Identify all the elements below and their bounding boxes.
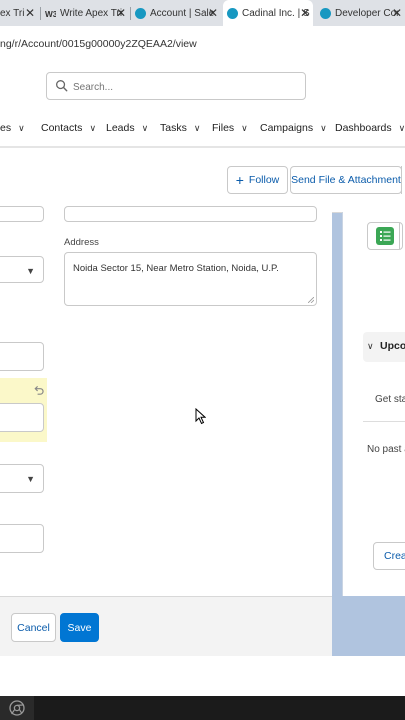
text-field[interactable] — [0, 524, 44, 553]
address-label: Address — [64, 237, 99, 248]
close-icon[interactable]: ✕ — [392, 6, 402, 20]
nav-item-tasks[interactable]: Tasks ∨ — [160, 122, 200, 134]
cancel-button[interactable]: Cancel — [11, 613, 56, 642]
no-past-activity-text: No past ac — [367, 444, 405, 455]
app-nav-bar: es ∨ Contacts ∨ Leads ∨ Tasks ∨ Files ∨ Campa… — [0, 116, 405, 149]
close-icon[interactable]: ✕ — [208, 6, 218, 20]
nav-item-campaigns[interactable]: Campaigns ∨ — [260, 122, 327, 134]
nav-item-es[interactable]: es ∨ — [0, 122, 25, 134]
nav-item-label: Dashboards — [335, 122, 392, 134]
browser-tab-bar: ex Tri ✕ W3 Write Apex Tri ✕ Account | S… — [0, 0, 405, 26]
salesforce-cloud-icon — [320, 7, 331, 19]
divider — [363, 421, 405, 422]
mouse-cursor-icon — [195, 408, 206, 425]
text-field[interactable] — [64, 206, 317, 222]
task-icon — [376, 227, 394, 245]
close-icon[interactable]: ✕ — [116, 6, 126, 20]
create-button[interactable]: Creat — [373, 542, 405, 570]
save-label: Save — [67, 621, 92, 634]
address-textarea[interactable]: Noida Sector 15, Near Metro Station, Noi… — [64, 252, 317, 306]
nav-item-label: Leads — [106, 122, 135, 134]
upcoming-section-header[interactable]: ∨ Upco — [363, 332, 405, 362]
close-icon[interactable]: ✕ — [300, 6, 310, 20]
chevron-down-icon: ∨ — [367, 341, 374, 351]
chevron-down-icon[interactable]: ∨ — [320, 123, 327, 134]
create-label: Creat — [384, 550, 405, 562]
changed-field-highlight — [0, 378, 47, 442]
send-file-attachment-button[interactable]: Send File & Attachment — [290, 166, 402, 194]
panel-gutter — [342, 596, 405, 656]
nav-item-files[interactable]: Files ∨ — [212, 122, 248, 134]
undo-icon[interactable] — [33, 385, 44, 396]
nav-item-label: Files — [212, 122, 235, 134]
chevron-down-icon[interactable]: ∨ — [89, 123, 96, 134]
nav-item-contacts[interactable]: Contacts ∨ — [41, 122, 96, 134]
follow-button[interactable]: + Follow — [227, 166, 288, 194]
chevron-down-icon[interactable]: ∨ — [142, 123, 149, 134]
plus-icon: + — [235, 172, 244, 188]
global-header — [0, 62, 405, 116]
caret-down-icon: ▼ — [26, 474, 35, 484]
w3-logo-icon: W3 — [45, 10, 56, 19]
browser-address-bar[interactable]: ng/r/Account/0015g00000y2ZQEAA2/view — [0, 26, 405, 63]
url-text[interactable]: ng/r/Account/0015g00000y2ZQEAA2/view — [0, 38, 197, 50]
global-search[interactable] — [46, 72, 306, 100]
tab-title: ex Tri — [0, 7, 25, 19]
chrome-icon — [9, 700, 25, 716]
new-task-button[interactable] — [367, 222, 403, 250]
salesforce-cloud-icon — [135, 7, 146, 19]
chevron-down-icon[interactable]: ∨ — [18, 123, 25, 134]
edit-form-panel: Address Noida Sector 15, Near Metro Stat… — [0, 206, 332, 596]
button-group-divider — [399, 223, 402, 249]
nav-item-leads[interactable]: Leads ∨ — [106, 122, 148, 134]
nav-item-label: Tasks — [160, 122, 187, 134]
caret-down-icon: ▼ — [26, 266, 35, 276]
tab-title: Write Apex Tri — [60, 7, 123, 19]
nav-item-label: es — [0, 122, 12, 134]
salesforce-cloud-icon — [227, 7, 238, 19]
page-bottom-area — [0, 656, 405, 696]
search-input[interactable] — [71, 77, 295, 97]
chevron-down-icon[interactable]: ∨ — [241, 123, 248, 134]
resize-handle-icon[interactable] — [308, 297, 314, 303]
browser-tab-3[interactable]: Account | Sale ✕ — [131, 0, 221, 26]
edited-text-field[interactable] — [0, 403, 44, 432]
browser-tab-4-active[interactable]: Cadinal Inc. | S ✕ — [223, 0, 313, 26]
browser-tab-5[interactable]: Developer Cor ✕ — [316, 0, 405, 26]
tab-title: Account | Sale — [150, 7, 215, 19]
taskbar-app-button[interactable] — [0, 696, 34, 720]
activity-panel: ∨ Upco Get star No past ac Creat — [342, 212, 405, 596]
browser-tab-1[interactable]: ex Tri ✕ — [0, 0, 38, 26]
send-file-label: Send File & Attachment — [291, 174, 401, 186]
form-footer: Cancel Save — [0, 596, 332, 657]
get-started-text: Get star — [375, 394, 405, 405]
save-button[interactable]: Save — [60, 613, 99, 642]
picklist-field[interactable]: ▼ — [0, 256, 44, 283]
text-field[interactable] — [0, 206, 44, 222]
address-input[interactable]: Noida Sector 15, Near Metro Station, Noi… — [65, 253, 316, 305]
chevron-down-icon[interactable]: ∨ — [399, 123, 405, 134]
search-icon — [56, 80, 68, 92]
upcoming-label: Upco — [380, 340, 405, 352]
chevron-down-icon[interactable]: ∨ — [194, 123, 201, 134]
svg-text:W3: W3 — [45, 10, 56, 19]
tab-title: Developer Cor — [335, 7, 400, 19]
nav-item-label: Campaigns — [260, 122, 314, 134]
more-actions-button-edge[interactable] — [401, 166, 405, 194]
os-taskbar — [0, 696, 405, 720]
nav-item-dashboards[interactable]: Dashboards ∨ — [335, 122, 405, 134]
cancel-label: Cancel — [17, 621, 50, 634]
follow-label: Follow — [248, 174, 280, 186]
nav-item-label: Contacts — [41, 122, 83, 134]
browser-tab-2[interactable]: W3 Write Apex Tri ✕ — [41, 0, 129, 26]
text-field[interactable] — [0, 342, 44, 371]
record-action-band: + Follow Send File & Attachment — [0, 148, 405, 213]
picklist-field[interactable]: ▼ — [0, 464, 44, 493]
close-icon[interactable]: ✕ — [25, 6, 35, 20]
